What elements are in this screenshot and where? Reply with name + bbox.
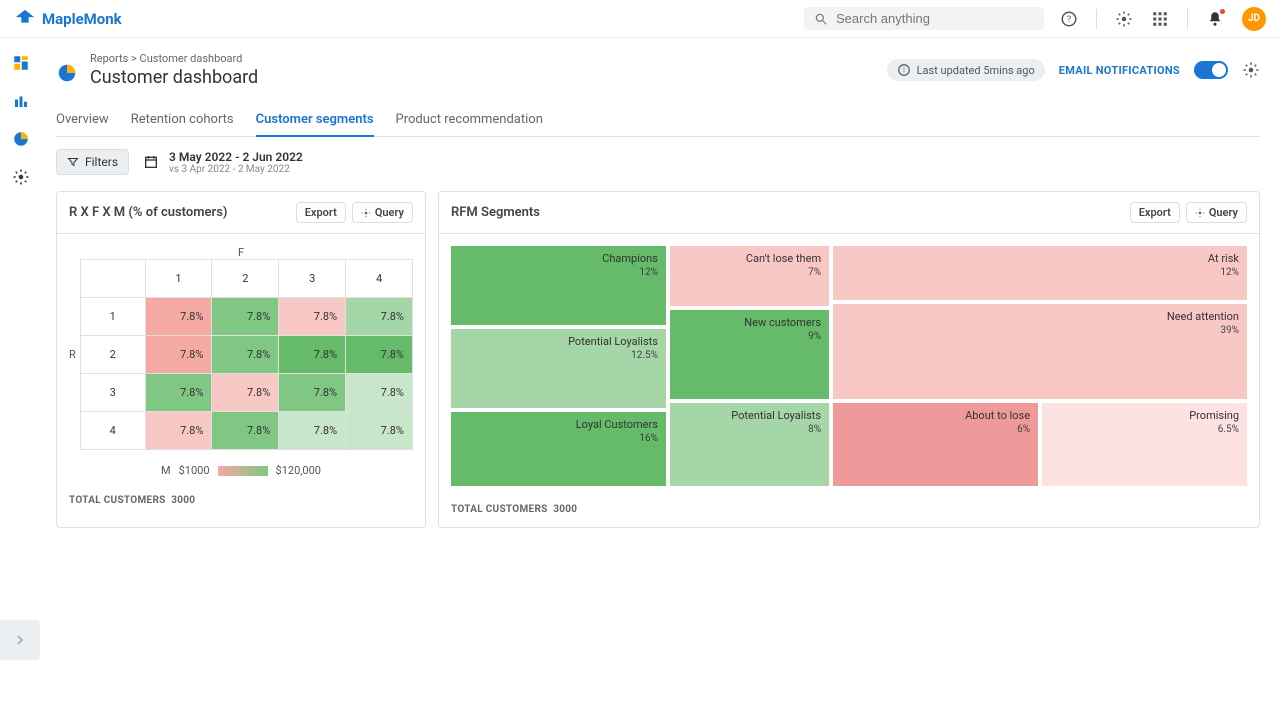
legend-min: $1000	[179, 464, 210, 477]
brand-name: MapleMonk	[42, 10, 122, 28]
expand-sidebar-button[interactable]	[0, 620, 40, 660]
heatmap-cell[interactable]: 7.8%	[212, 298, 279, 336]
page-title: Customer dashboard	[90, 67, 258, 88]
apps-icon[interactable]	[1151, 10, 1169, 28]
heatmap-cell[interactable]: 7.8%	[212, 374, 279, 412]
col-header: 2	[212, 260, 279, 298]
segment-tile[interactable]: Need attention39%	[833, 304, 1247, 399]
email-notifications-label: EMAIL NOTIFICATIONS	[1059, 64, 1180, 77]
tab-retention-cohorts[interactable]: Retention cohorts	[131, 104, 234, 136]
rfm-heatmap-card: R X F X M (% of customers) Export Query …	[56, 191, 426, 528]
treemap: Champions12% Potential Loyalists12.5% Lo…	[451, 246, 1247, 486]
search-box[interactable]	[804, 7, 1044, 30]
footer-label: TOTAL CUSTOMERS	[69, 495, 166, 506]
col-header: 4	[346, 260, 413, 298]
logo-icon	[14, 8, 36, 30]
segment-tile[interactable]: New customers9%	[670, 310, 829, 399]
segment-tile[interactable]: At risk12%	[833, 246, 1247, 300]
m-axis-label: M	[161, 464, 171, 477]
row-header: 3	[80, 374, 145, 412]
heatmap-cell[interactable]: 7.8%	[279, 374, 346, 412]
row-header: 1	[80, 298, 145, 336]
filters-button[interactable]: Filters	[56, 149, 129, 175]
svg-text:?: ?	[1067, 15, 1071, 25]
heatmap-cell[interactable]: 7.8%	[279, 412, 346, 450]
export-button[interactable]: Export	[1130, 202, 1180, 223]
top-bar: MapleMonk ? JD	[0, 0, 1280, 38]
bell-icon[interactable]	[1206, 10, 1224, 28]
gear-icon[interactable]	[1115, 10, 1133, 28]
divider	[1096, 9, 1097, 29]
divider	[1187, 9, 1188, 29]
query-button[interactable]: Query	[1186, 202, 1247, 223]
row-header: 4	[80, 412, 145, 450]
heatmap-cell[interactable]: 7.8%	[145, 298, 212, 336]
f-axis-label: F	[69, 246, 413, 259]
email-notifications-toggle[interactable]	[1194, 61, 1228, 79]
tabs: Overview Retention cohorts Customer segmen…	[56, 104, 1260, 137]
tab-customer-segments[interactable]: Customer segments	[256, 104, 374, 137]
legend-max: $120,000	[276, 464, 321, 477]
segment-tile[interactable]: Promising6.5%	[1042, 403, 1247, 486]
footer-label: TOTAL CUSTOMERS	[451, 504, 548, 515]
col-header: 3	[279, 260, 346, 298]
breadcrumb[interactable]: Reports > Customer dashboard	[90, 52, 258, 65]
help-icon[interactable]: ?	[1060, 10, 1078, 28]
export-button[interactable]: Export	[296, 202, 346, 223]
segment-tile[interactable]: About to lose6%	[833, 403, 1038, 486]
segment-tile[interactable]: Champions12%	[451, 246, 666, 325]
search-input[interactable]	[836, 11, 1034, 26]
col-header: 1	[145, 260, 212, 298]
color-gradient	[218, 466, 268, 476]
calendar-icon	[143, 154, 159, 170]
segment-tile[interactable]: Potential Loyalists8%	[670, 403, 829, 486]
heatmap-cell[interactable]: 7.8%	[346, 412, 413, 450]
heatmap-cell[interactable]: 7.8%	[145, 374, 212, 412]
gear-icon	[361, 208, 371, 218]
side-nav	[0, 38, 42, 558]
heatmap-cell[interactable]: 7.8%	[346, 374, 413, 412]
footer-value: 3000	[553, 504, 577, 515]
footer-value: 3000	[171, 495, 195, 506]
filter-icon	[67, 156, 79, 168]
heatmap-cell[interactable]: 7.8%	[346, 298, 413, 336]
segment-tile[interactable]: Can't lose them7%	[670, 246, 829, 306]
tab-overview[interactable]: Overview	[56, 104, 109, 136]
heatmap-cell[interactable]: 7.8%	[279, 336, 346, 374]
search-icon	[814, 12, 828, 26]
avatar[interactable]: JD	[1242, 7, 1266, 31]
segment-tile[interactable]: Loyal Customers16%	[451, 412, 666, 486]
r-axis-label: R	[69, 348, 76, 361]
heatmap-cell[interactable]: 7.8%	[212, 336, 279, 374]
nav-settings-icon[interactable]	[12, 168, 30, 186]
date-compare: vs 3 Apr 2022 - 2 May 2022	[169, 164, 303, 175]
info-icon: i	[897, 63, 911, 77]
card-title: R X F X M (% of customers)	[69, 205, 227, 220]
query-button[interactable]: Query	[352, 202, 413, 223]
chevron-right-icon	[12, 632, 28, 648]
heatmap-cell[interactable]: 7.8%	[212, 412, 279, 450]
heatmap-cell[interactable]: 7.8%	[279, 298, 346, 336]
heatmap-cell[interactable]: 7.8%	[145, 412, 212, 450]
tab-product-recommendation[interactable]: Product recommendation	[396, 104, 543, 136]
rfm-segments-card: RFM Segments Export Query Champions12% P…	[438, 191, 1260, 528]
last-updated-pill: i Last updated 5mins ago	[887, 59, 1045, 81]
brand-logo[interactable]: MapleMonk	[14, 8, 122, 30]
nav-dashboard-icon[interactable]	[12, 54, 30, 72]
heatmap-table: 123417.8%7.8%7.8%7.8%27.8%7.8%7.8%7.8%37…	[80, 259, 413, 450]
date-range: 3 May 2022 - 2 Jun 2022	[169, 150, 303, 164]
heatmap-cell[interactable]: 7.8%	[145, 336, 212, 374]
nav-pie-icon[interactable]	[12, 130, 30, 148]
row-header: 2	[80, 336, 145, 374]
segment-tile[interactable]: Potential Loyalists12.5%	[451, 329, 666, 408]
page-pie-icon	[56, 62, 78, 84]
date-range-picker[interactable]: 3 May 2022 - 2 Jun 2022 vs 3 Apr 2022 - …	[143, 150, 303, 175]
page-settings-icon[interactable]	[1242, 61, 1260, 79]
gear-icon	[1195, 208, 1205, 218]
svg-text:i: i	[903, 66, 905, 74]
card-title: RFM Segments	[451, 205, 540, 220]
heatmap-cell[interactable]: 7.8%	[346, 336, 413, 374]
nav-bars-icon[interactable]	[12, 92, 30, 110]
